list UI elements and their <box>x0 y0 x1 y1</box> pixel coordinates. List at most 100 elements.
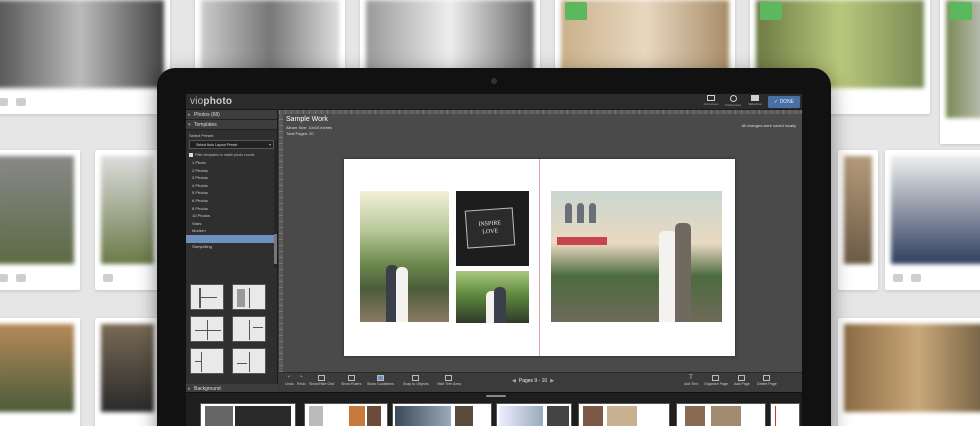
photos-section-header[interactable]: Photos (68) <box>186 110 277 120</box>
undo-button[interactable]: ↶ Undo <box>285 375 294 386</box>
inspire-love-sign: INSPIRE LOVE <box>464 207 516 249</box>
checkbox-icon <box>189 153 193 158</box>
preferences-button[interactable]: Preferences <box>722 95 744 109</box>
hide-trim-area-button[interactable]: Hide Trim Area <box>437 375 461 386</box>
template-list-scrollbar[interactable] <box>274 140 277 268</box>
template-category-item[interactable]: Stars <box>186 220 277 228</box>
previous-page-icon[interactable]: ◀ <box>512 378 516 384</box>
horizontal-ruler <box>279 110 802 114</box>
grid-icon <box>318 375 326 381</box>
template-thumbnail[interactable] <box>232 316 266 342</box>
gallery-tile <box>0 0 170 114</box>
toggle-guidelines-button[interactable]: Show Guidelines <box>367 375 394 386</box>
filmstrip-spread[interactable] <box>676 403 766 426</box>
photo-couple-kiss[interactable] <box>456 271 529 323</box>
guidelines-icon <box>376 375 384 381</box>
album-size: Album Size: 10x10 inches <box>286 125 333 130</box>
total-pages: Total Pages: 20 <box>286 131 314 136</box>
scrollbar-thumb[interactable] <box>274 234 277 264</box>
laptop-frame: viophoto Full-screen Preferences Slidesh… <box>157 68 831 426</box>
template-category-item[interactable]: 6 Photos <box>186 197 277 205</box>
template-category-item[interactable]: 3 Photos <box>186 174 277 182</box>
fullscreen-icon <box>707 95 715 101</box>
save-status: All changes were saved locally <box>741 123 796 128</box>
template-thumbnail[interactable] <box>232 284 266 310</box>
template-thumbnail[interactable] <box>232 348 266 374</box>
organize-page-button[interactable]: Organize Page <box>704 375 728 386</box>
gallery-tile <box>0 150 80 290</box>
bottom-toolbar: ↶ Undo ↷ Redo Show/Hide Grid Show Rulers S… <box>279 372 802 392</box>
gallery-tile <box>885 150 980 290</box>
gallery-tile <box>95 150 160 290</box>
filmstrip-spread[interactable] <box>200 403 296 426</box>
snap-icon <box>412 375 420 381</box>
template-category-item[interactable]: 1 Photo <box>186 159 277 167</box>
play-icon <box>751 95 759 101</box>
page-navigation: ◀ Pages 9 - 10 ▶ <box>512 378 555 384</box>
gear-icon <box>729 95 737 102</box>
ruler-icon <box>347 375 355 381</box>
photo-inspire-love-sign[interactable]: INSPIRE LOVE <box>456 191 529 266</box>
trim-icon <box>445 375 453 381</box>
next-page-icon[interactable]: ▶ <box>550 378 554 384</box>
app-header: viophoto Full-screen Preferences Slidesh… <box>186 94 802 110</box>
text-icon: T <box>689 375 693 381</box>
photo-couple-trees[interactable] <box>360 191 449 322</box>
redo-button[interactable]: ↷ Redo <box>297 375 306 386</box>
add-page-button[interactable]: Add Page <box>734 375 750 386</box>
redo-icon: ↷ <box>299 375 303 379</box>
slideshow-button[interactable]: Slideshow <box>744 95 766 109</box>
preset-dropdown[interactable]: Select Auto Layout Preset <box>189 140 274 149</box>
gallery-tile <box>940 0 980 144</box>
camera-dot <box>491 78 497 84</box>
delete-page-button[interactable]: Delete Page <box>757 375 777 386</box>
template-category-item[interactable]: 10 Photos <box>186 212 277 220</box>
filmstrip-spread[interactable] <box>770 403 800 426</box>
filmstrip-drag-handle[interactable] <box>486 395 506 397</box>
done-button[interactable]: ✓ DONE <box>768 96 800 108</box>
filter-templates-checkbox[interactable]: Filter templates to match photo counts <box>186 150 277 159</box>
app-screen: viophoto Full-screen Preferences Slidesh… <box>186 94 802 426</box>
template-category-item[interactable]: Storytelling <box>186 243 277 251</box>
select-preset-label: Select Preset: <box>189 133 214 138</box>
template-category-item[interactable]: Modern <box>186 227 277 235</box>
template-category-list: 1 Photo 2 Photos 3 Photos 4 Photos 5 Pho… <box>186 159 277 250</box>
filmstrip-spread[interactable] <box>496 403 572 426</box>
template-thumbnail[interactable] <box>190 284 224 310</box>
organize-icon <box>712 375 720 381</box>
toggle-grid-button[interactable]: Show/Hide Grid <box>309 375 334 386</box>
page-divider <box>539 159 540 356</box>
template-thumbnail[interactable] <box>190 316 224 342</box>
template-category-item[interactable]: 5 Photos <box>186 189 277 197</box>
template-category-item[interactable]: 8 Photos <box>186 205 277 213</box>
page-filmstrip <box>186 392 802 426</box>
add-page-icon <box>738 375 746 381</box>
undo-icon: ↶ <box>287 375 291 379</box>
check-icon <box>565 2 587 20</box>
check-icon <box>760 2 782 20</box>
app-logo: viophoto <box>190 96 233 107</box>
template-category-item-selected[interactable] <box>186 235 277 243</box>
gallery-tile <box>0 318 80 426</box>
sidebar: Photos (68) Templates Select Preset: Sel… <box>186 110 278 394</box>
fullscreen-button[interactable]: Full-screen <box>700 95 722 109</box>
snap-to-objects-button[interactable]: Snap to Objects <box>403 375 429 386</box>
templates-section-header[interactable]: Templates <box>186 120 277 130</box>
toggle-rulers-button[interactable]: Show Rulers <box>341 375 361 386</box>
check-icon <box>950 2 972 20</box>
project-title: Sample Work <box>286 116 328 123</box>
template-thumbnail[interactable] <box>190 348 224 374</box>
template-category-item[interactable]: 2 Photos <box>186 167 277 175</box>
template-category-item[interactable]: 4 Photos <box>186 182 277 190</box>
album-workspace: Sample Work Album Size: 10x10 inches Tot… <box>279 110 802 392</box>
photo-couple-building[interactable] <box>551 191 722 322</box>
filmstrip-spread[interactable] <box>304 403 388 426</box>
gallery-tile <box>838 150 878 290</box>
album-spread[interactable]: INSPIRE LOVE <box>344 159 735 356</box>
add-text-button[interactable]: T Add Text <box>684 375 698 386</box>
filmstrip-spread[interactable] <box>578 403 670 426</box>
gallery-tile <box>95 318 160 426</box>
delete-page-icon <box>763 375 771 381</box>
filmstrip-spread[interactable] <box>392 403 492 426</box>
vertical-ruler <box>279 114 283 372</box>
